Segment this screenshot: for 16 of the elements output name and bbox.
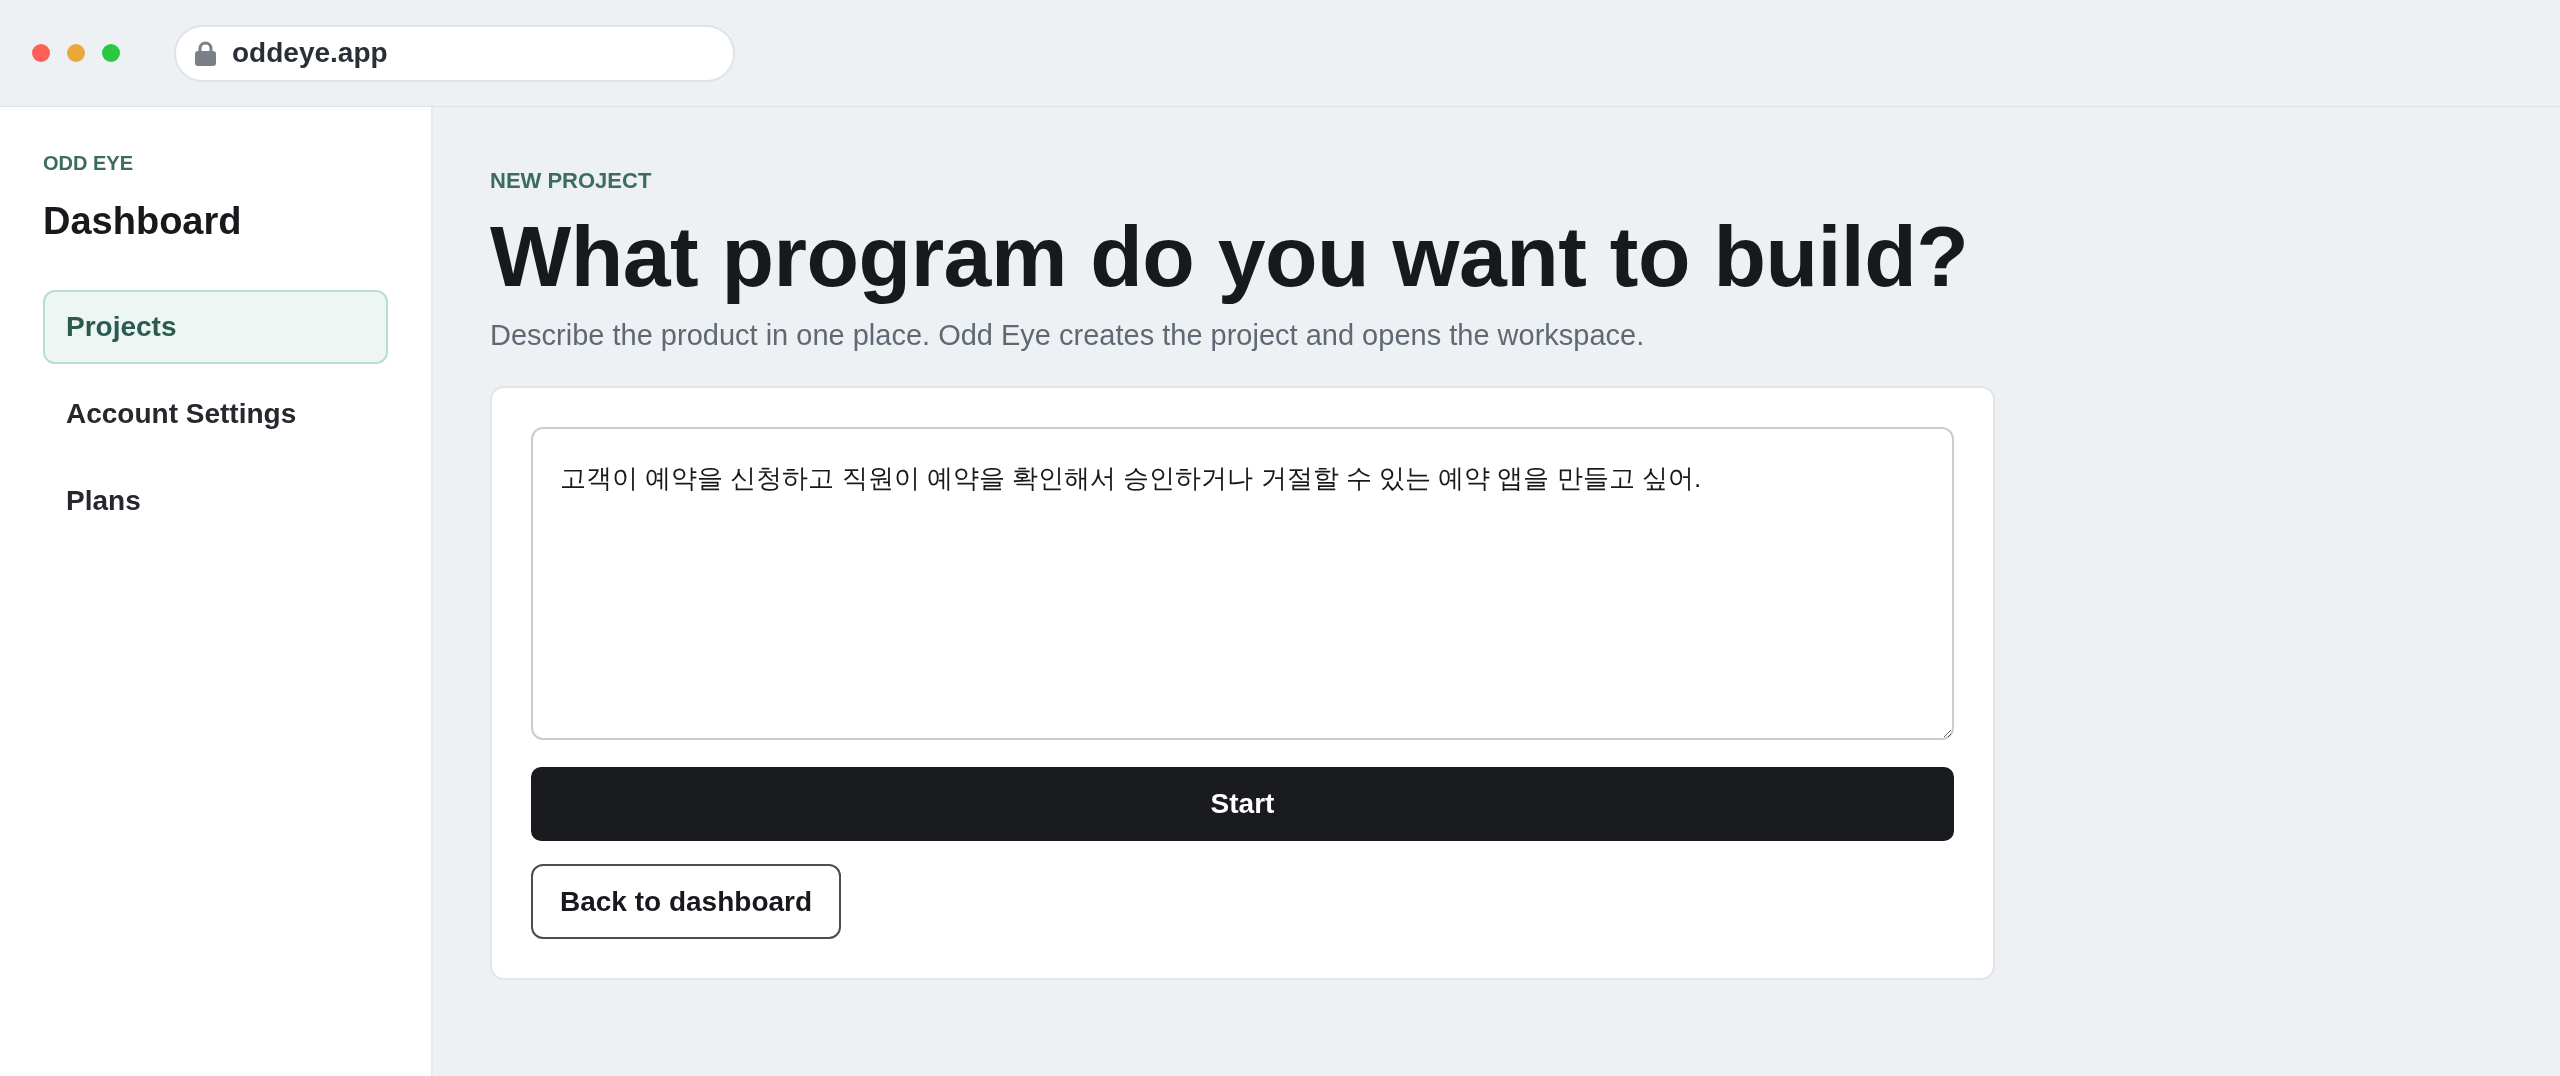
zoom-dot-icon[interactable] <box>102 44 120 62</box>
url-text: oddeye.app <box>232 39 388 67</box>
close-dot-icon[interactable] <box>32 44 50 62</box>
page-subtitle: Describe the product in one place. Odd Eye creates the project and opens the workspace. <box>490 318 1646 352</box>
back-button[interactable]: Back to dashboard <box>531 864 842 939</box>
minimize-dot-icon[interactable] <box>67 44 85 62</box>
sidebar-nav-item[interactable]: Plans <box>43 464 388 538</box>
description-field[interactable]: 고객이 예약을 신청하고 직원이 예약을 확인해서 승인하거나 거절할 수 있는 예약 앱을 만들고 싶어. <box>531 427 1954 740</box>
sidebar-nav-item[interactable]: Projects <box>43 290 388 364</box>
brand-label: ODD EYE <box>43 151 135 175</box>
lock-icon <box>195 40 216 66</box>
address-bar[interactable]: oddeye.app <box>174 24 735 82</box>
sidebar-nav-item[interactable]: Account Settings <box>43 377 388 451</box>
eyebrow-label: NEW PROJECT <box>490 168 653 194</box>
start-button[interactable]: Start <box>531 767 1954 841</box>
sidebar-title: Dashboard <box>43 199 243 244</box>
